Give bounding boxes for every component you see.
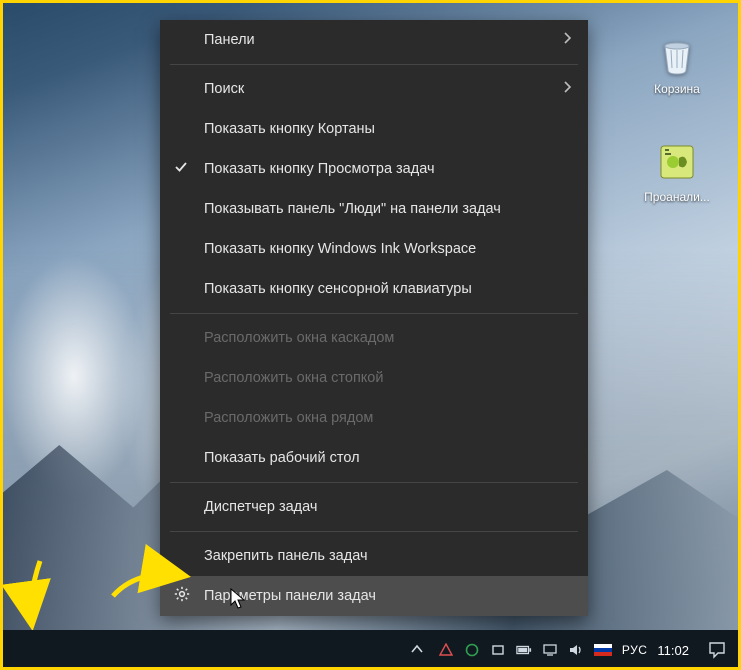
menu-item-label: Расположить окна рядом (204, 410, 373, 426)
menu-item-label: Панели (204, 32, 255, 48)
chevron-right-icon (564, 81, 572, 97)
menu-item-label: Параметры панели задач (204, 588, 376, 604)
app-icon (653, 138, 701, 186)
menu-item-label: Показать кнопку Windows Ink Workspace (204, 241, 476, 257)
tray-icon[interactable] (490, 642, 506, 658)
action-center-icon[interactable] (703, 636, 731, 664)
menu-item-search[interactable]: Поиск (160, 69, 588, 109)
menu-item-label: Расположить окна стопкой (204, 370, 383, 386)
battery-icon[interactable] (516, 642, 532, 658)
taskbar[interactable]: РУС 11:02 (0, 630, 741, 670)
taskbar-clock[interactable]: 11:02 (657, 643, 689, 658)
taskbar-context-menu: Панели Поиск Показать кнопку Кортаны Пок… (160, 20, 588, 616)
menu-item-toolbars[interactable]: Панели (160, 20, 588, 60)
menu-item-label: Поиск (204, 81, 244, 97)
menu-item-label: Расположить окна каскадом (204, 330, 394, 346)
menu-separator (170, 64, 578, 65)
menu-item-stack: Расположить окна стопкой (160, 358, 588, 398)
menu-item-label: Показывать панель "Люди" на панели задач (204, 201, 501, 217)
recycle-bin-icon (653, 30, 701, 78)
chevron-right-icon (564, 32, 572, 48)
menu-item-ink-workspace[interactable]: Показать кнопку Windows Ink Workspace (160, 229, 588, 269)
check-icon (174, 160, 188, 178)
tray-icon[interactable] (438, 642, 454, 658)
menu-item-label: Диспетчер задач (204, 499, 317, 515)
menu-item-lock-taskbar[interactable]: Закрепить панель задач (160, 536, 588, 576)
desktop-icon-app[interactable]: Проанали... (637, 138, 717, 204)
menu-item-label: Показать кнопку Просмотра задач (204, 161, 435, 177)
menu-item-side-by-side: Расположить окна рядом (160, 398, 588, 438)
menu-item-label: Показать рабочий стол (204, 450, 360, 466)
menu-separator (170, 313, 578, 314)
menu-item-taskview-button[interactable]: Показать кнопку Просмотра задач (160, 149, 588, 189)
volume-icon[interactable] (568, 642, 584, 658)
tray-overflow-chevron-icon[interactable] (406, 643, 428, 657)
desktop-icon-recycle-bin[interactable]: Корзина (637, 30, 717, 96)
menu-item-label: Показать кнопку Кортаны (204, 121, 375, 137)
menu-separator (170, 482, 578, 483)
gear-icon (174, 586, 190, 606)
tray-icon[interactable] (464, 642, 480, 658)
menu-separator (170, 531, 578, 532)
language-flag-icon[interactable] (594, 642, 612, 658)
menu-item-label: Закрепить панель задач (204, 548, 368, 564)
menu-item-show-desktop[interactable]: Показать рабочий стол (160, 438, 588, 478)
network-icon[interactable] (542, 642, 558, 658)
menu-item-label: Показать кнопку сенсорной клавиатуры (204, 281, 472, 297)
language-indicator[interactable]: РУС (622, 643, 648, 657)
menu-item-cascade: Расположить окна каскадом (160, 318, 588, 358)
menu-item-task-manager[interactable]: Диспетчер задач (160, 487, 588, 527)
menu-item-people-bar[interactable]: Показывать панель "Люди" на панели задач (160, 189, 588, 229)
desktop-icon-label: Проанали... (644, 190, 710, 204)
menu-item-cortana-button[interactable]: Показать кнопку Кортаны (160, 109, 588, 149)
desktop-icon-label: Корзина (654, 82, 700, 96)
menu-item-taskbar-settings[interactable]: Параметры панели задач (160, 576, 588, 616)
menu-item-touch-keyboard[interactable]: Показать кнопку сенсорной клавиатуры (160, 269, 588, 309)
desktop[interactable]: Корзина Проанали... Панели Поиск (0, 0, 741, 670)
system-tray: РУС 11:02 (396, 636, 741, 664)
